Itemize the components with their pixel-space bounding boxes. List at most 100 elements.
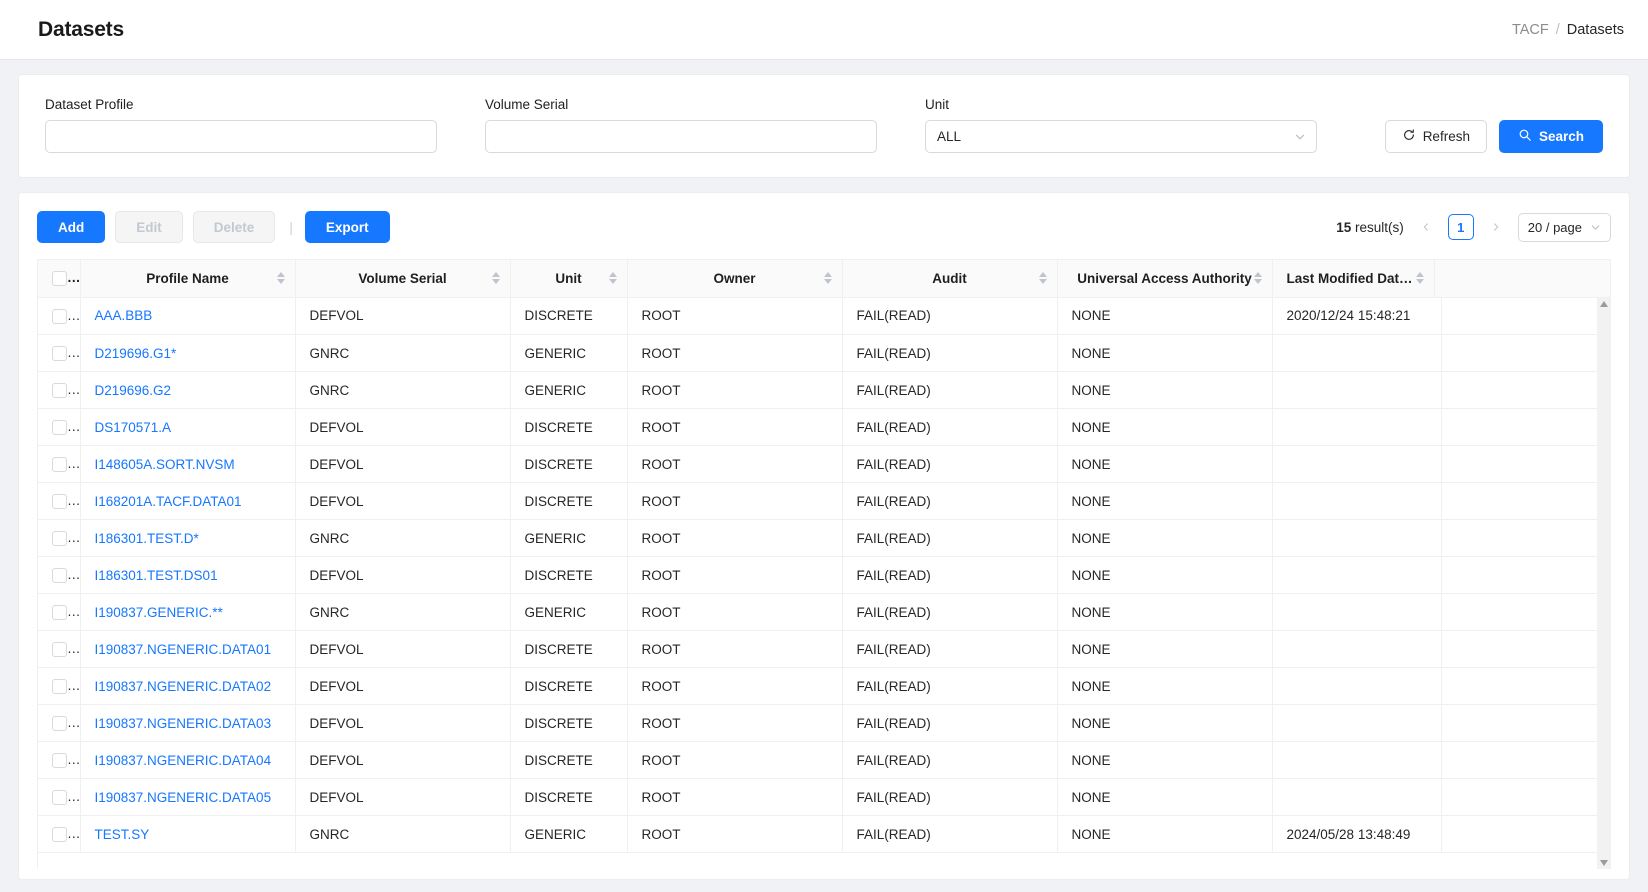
table-row[interactable]: D219696.G1*GNRCGENERICROOTFAIL(READ)NONE	[38, 335, 1610, 372]
chevron-left-icon[interactable]	[1414, 215, 1438, 239]
profile-name-link[interactable]: I186301.TEST.D*	[95, 531, 199, 546]
cell-universal-access-authority: NONE	[1057, 483, 1272, 520]
profile-name-link[interactable]: I190837.GENERIC.**	[95, 605, 223, 620]
row-checkbox[interactable]	[52, 420, 67, 435]
profile-name-link[interactable]: DS170571.A	[95, 420, 172, 435]
page-size-select[interactable]: 20 / page	[1518, 213, 1611, 242]
row-checkbox[interactable]	[52, 383, 67, 398]
row-checkbox[interactable]	[52, 716, 67, 731]
scroll-down-arrow-icon[interactable]	[1600, 860, 1608, 866]
cell-last-modified: 2020/12/24 15:48:21	[1272, 298, 1441, 335]
profile-name-link[interactable]: I190837.NGENERIC.DATA05	[95, 790, 272, 805]
cell-profile-name[interactable]: TEST.SY	[80, 816, 295, 853]
row-checkbox[interactable]	[52, 494, 67, 509]
column-header-audit[interactable]: Audit	[842, 260, 1057, 297]
breadcrumb-item-tacf[interactable]: TACF	[1512, 22, 1549, 38]
cell-profile-name[interactable]: I190837.NGENERIC.DATA05	[80, 779, 295, 816]
cell-profile-name[interactable]: I190837.GENERIC.**	[80, 594, 295, 631]
table-row[interactable]: AAA.BBBDEFVOLDISCRETEROOTFAIL(READ)NONE2…	[38, 298, 1610, 335]
unit-select[interactable]: ALL	[925, 120, 1317, 153]
select-all-checkbox[interactable]	[52, 271, 67, 286]
profile-name-link[interactable]: TEST.SY	[95, 827, 150, 842]
sort-toggle-icon[interactable]	[824, 272, 832, 284]
cell-profile-name[interactable]: D219696.G2	[80, 372, 295, 409]
header-scroll-spacer	[1597, 260, 1610, 298]
cell-universal-access-authority: NONE	[1057, 742, 1272, 779]
row-checkbox[interactable]	[52, 309, 67, 324]
cell-profile-name[interactable]: I190837.NGENERIC.DATA01	[80, 631, 295, 668]
page-number-1[interactable]: 1	[1448, 214, 1474, 240]
chevron-right-icon[interactable]	[1484, 215, 1508, 239]
profile-name-link[interactable]: D219696.G1*	[95, 346, 177, 361]
profile-name-link[interactable]: I190837.NGENERIC.DATA01	[95, 642, 272, 657]
table-row[interactable]: I190837.NGENERIC.DATA02DEFVOLDISCRETEROO…	[38, 668, 1610, 705]
row-checkbox[interactable]	[52, 753, 67, 768]
cell-profile-name[interactable]: I186301.TEST.DS01	[80, 557, 295, 594]
row-checkbox[interactable]	[52, 346, 67, 361]
table-row[interactable]: I148605A.SORT.NVSMDEFVOLDISCRETEROOTFAIL…	[38, 446, 1610, 483]
row-checkbox[interactable]	[52, 790, 67, 805]
cell-profile-name[interactable]: I148605A.SORT.NVSM	[80, 446, 295, 483]
volume-serial-input[interactable]	[485, 120, 877, 153]
profile-name-link[interactable]: D219696.G2	[95, 383, 172, 398]
table-row[interactable]: TEST.SYGNRCGENERICROOTFAIL(READ)NONE2024…	[38, 816, 1610, 853]
column-header-profile-name[interactable]: Profile Name	[80, 260, 295, 297]
refresh-button[interactable]: Refresh	[1385, 120, 1487, 153]
table-row[interactable]: D219696.G2GNRCGENERICROOTFAIL(READ)NONE	[38, 372, 1610, 409]
scroll-up-arrow-icon[interactable]	[1600, 301, 1608, 307]
cell-profile-name[interactable]: I186301.TEST.D*	[80, 520, 295, 557]
table-row[interactable]: I190837.NGENERIC.DATA05DEFVOLDISCRETEROO…	[38, 779, 1610, 816]
table-row[interactable]: DS170571.ADEFVOLDISCRETEROOTFAIL(READ)NO…	[38, 409, 1610, 446]
table-row[interactable]: I186301.TEST.DS01DEFVOLDISCRETEROOTFAIL(…	[38, 557, 1610, 594]
sort-toggle-icon[interactable]	[1039, 272, 1047, 284]
row-checkbox[interactable]	[52, 605, 67, 620]
row-checkbox[interactable]	[52, 531, 67, 546]
table-row[interactable]: I190837.NGENERIC.DATA03DEFVOLDISCRETEROO…	[38, 705, 1610, 742]
profile-name-link[interactable]: I186301.TEST.DS01	[95, 568, 218, 583]
table-row[interactable]: I186301.TEST.D*GNRCGENERICROOTFAIL(READ)…	[38, 520, 1610, 557]
row-select-cell	[38, 557, 80, 594]
cell-profile-name[interactable]: I168201A.TACF.DATA01	[80, 483, 295, 520]
column-header-volume-serial[interactable]: Volume Serial	[295, 260, 510, 297]
table-row[interactable]: I168201A.TACF.DATA01DEFVOLDISCRETEROOTFA…	[38, 483, 1610, 520]
search-button[interactable]: Search	[1499, 120, 1603, 153]
row-checkbox[interactable]	[52, 457, 67, 472]
cell-profile-name[interactable]: I190837.NGENERIC.DATA04	[80, 742, 295, 779]
cell-value: FAIL(READ)	[857, 457, 931, 472]
column-header-last-modified[interactable]: Last Modified Date/Time	[1272, 260, 1435, 297]
cell-last-modified	[1272, 335, 1441, 372]
dataset-profile-input[interactable]	[45, 120, 437, 153]
cell-profile-name[interactable]: AAA.BBB	[80, 298, 295, 335]
sort-toggle-icon[interactable]	[1416, 272, 1424, 284]
profile-name-link[interactable]: I190837.NGENERIC.DATA04	[95, 753, 272, 768]
sort-toggle-icon[interactable]	[277, 272, 285, 284]
profile-name-link[interactable]: I190837.NGENERIC.DATA03	[95, 716, 272, 731]
row-checkbox[interactable]	[52, 679, 67, 694]
sort-toggle-icon[interactable]	[609, 272, 617, 284]
profile-name-link[interactable]: I148605A.SORT.NVSM	[95, 457, 235, 472]
cell-profile-name[interactable]: I190837.NGENERIC.DATA03	[80, 705, 295, 742]
cell-profile-name[interactable]: I190837.NGENERIC.DATA02	[80, 668, 295, 705]
cell-last-modified	[1272, 483, 1441, 520]
column-header-universal-access-authority[interactable]: Universal Access Authority	[1057, 260, 1272, 297]
sort-toggle-icon[interactable]	[492, 272, 500, 284]
column-header-owner[interactable]: Owner	[627, 260, 842, 297]
cell-profile-name[interactable]: D219696.G1*	[80, 335, 295, 372]
cell-profile-name[interactable]: DS170571.A	[80, 409, 295, 446]
table-row[interactable]: I190837.NGENERIC.DATA04DEFVOLDISCRETEROO…	[38, 742, 1610, 779]
table-vertical-scrollbar[interactable]	[1597, 298, 1610, 870]
row-checkbox[interactable]	[52, 568, 67, 583]
row-checkbox[interactable]	[52, 827, 67, 842]
column-header-unit[interactable]: Unit	[510, 260, 627, 297]
profile-name-link[interactable]: I168201A.TACF.DATA01	[95, 494, 242, 509]
profile-name-link[interactable]: AAA.BBB	[95, 308, 153, 323]
export-button[interactable]: Export	[305, 211, 390, 243]
table-row[interactable]: I190837.GENERIC.**GNRCGENERICROOTFAIL(RE…	[38, 594, 1610, 631]
row-checkbox[interactable]	[52, 642, 67, 657]
cell-value: NONE	[1072, 716, 1111, 731]
table-row[interactable]: I190837.NGENERIC.DATA01DEFVOLDISCRETEROO…	[38, 631, 1610, 668]
add-button[interactable]: Add	[37, 211, 105, 243]
sort-toggle-icon[interactable]	[1254, 272, 1262, 284]
cell-last-modified	[1272, 779, 1441, 816]
profile-name-link[interactable]: I190837.NGENERIC.DATA02	[95, 679, 272, 694]
